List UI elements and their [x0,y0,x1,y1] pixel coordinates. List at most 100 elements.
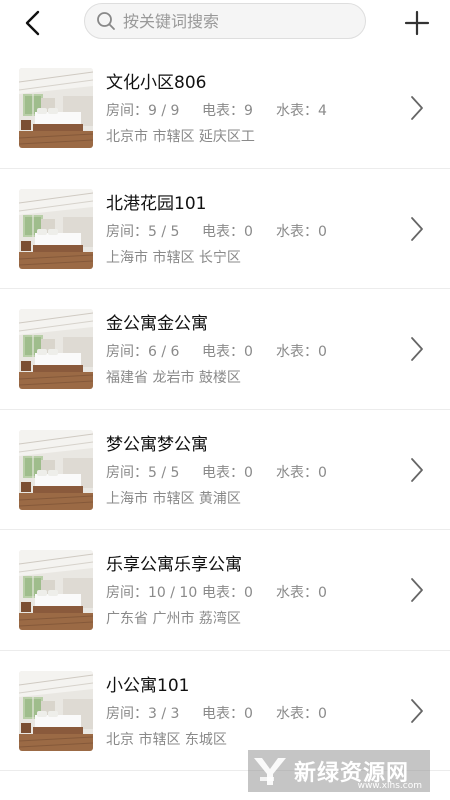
property-thumbnail-image [19,188,93,269]
rooms-value: 5 / 5 [148,223,180,240]
property-address: 福建省 龙岩市 鼓楼区 [106,370,241,386]
water-label: 水表： [276,464,318,481]
chevron-right-icon [411,698,423,723]
property-stats: 房间：3 / 3 电表：0 水表：0 [106,703,396,723]
electric-meter-stat: 电表：0 [202,582,253,602]
water-value: 0 [318,705,327,722]
chevron-right-icon [411,457,423,482]
property-stats: 房间：5 / 5 电表：0 水表：0 [106,221,396,241]
water-value: 4 [318,103,327,119]
water-meter-stat: 水表：4 [276,100,327,120]
chevron-left-icon [25,10,40,36]
watermark-logo-icon [248,750,292,792]
property-address: 上海市 市辖区 黄浦区 [106,490,241,507]
rooms-label: 房间： [106,464,148,481]
water-meter-stat: 水表：0 [276,582,327,602]
electric-value: 0 [244,705,253,722]
property-list-item[interactable]: 金公寓金公寓 房间：6 / 6 电表：0 水表：0 福建省 龙岩市 鼓楼区 [0,289,450,410]
search-bar[interactable] [84,3,366,39]
property-name: 北港花园101 [106,193,207,214]
property-stats: 房间：9 / 9 电表：9 水表：4 [106,100,396,120]
water-meter-stat: 水表：0 [276,221,327,241]
water-value: 0 [318,464,327,481]
rooms-label: 房间： [106,705,148,722]
property-address: 上海市 市辖区 长宁区 [106,249,241,266]
property-name: 小公寓101 [106,675,190,696]
rooms-stat: 房间：9 / 9 [106,100,179,120]
property-stats: 房间：5 / 5 电表：0 水表：0 [106,462,396,482]
property-name: 金公寓金公寓 [106,314,208,334]
electric-label: 电表： [202,585,244,601]
electric-meter-stat: 电表：9 [202,100,253,120]
water-label: 水表： [276,223,318,240]
electric-meter-stat: 电表：0 [202,462,253,482]
rooms-stat: 房间：5 / 5 [106,462,179,482]
electric-meter-stat: 电表：0 [202,703,253,723]
property-address: 广东省 广州市 荔湾区 [106,611,241,627]
electric-label: 电表： [202,223,244,240]
rooms-stat: 房间：6 / 6 [106,341,179,361]
rooms-stat: 房间：5 / 5 [106,221,179,241]
chevron-right-icon [411,96,423,120]
search-input[interactable] [123,11,353,31]
property-stats: 房间：6 / 6 电表：0 水表：0 [106,341,396,361]
property-list-item[interactable]: 梦公寓梦公寓 房间：5 / 5 电表：0 水表：0 上海市 市辖区 黄浦区 [0,410,450,530]
property-address: 北京市 市辖区 延庆区工 [106,129,255,145]
electric-value: 0 [244,585,253,601]
top-bar [0,0,450,46]
water-label: 水表： [276,705,318,722]
watermark-url: www.xlhs.com [357,781,422,791]
search-icon [95,10,117,32]
property-list: 文化小区806 房间：9 / 9 电表：9 水表：4 北京市 市辖区 延庆区工 … [0,48,450,771]
water-meter-stat: 水表：0 [276,341,327,361]
rooms-value: 6 / 6 [148,344,180,360]
property-thumbnail-image [19,550,93,630]
electric-label: 电表： [202,464,244,481]
electric-value: 0 [244,464,253,481]
property-stats: 房间：10 / 10 电表：0 水表：0 [106,582,396,602]
plus-icon [404,10,430,36]
property-list-item[interactable]: 文化小区806 房间：9 / 9 电表：9 水表：4 北京市 市辖区 延庆区工 [0,48,450,169]
water-meter-stat: 水表：0 [276,703,327,723]
back-button[interactable] [16,6,50,40]
water-label: 水表： [276,585,318,601]
rooms-value: 9 / 9 [148,103,180,119]
electric-label: 电表： [202,705,244,722]
chevron-right-icon [411,216,423,241]
property-list-item[interactable]: 北港花园101 房间：5 / 5 电表：0 水表：0 上海市 市辖区 长宁区 [0,169,450,289]
rooms-value: 5 / 5 [148,464,180,481]
chevron-right-icon [411,337,423,361]
rooms-label: 房间： [106,223,148,240]
property-list-item[interactable]: 乐享公寓乐享公寓 房间：10 / 10 电表：0 水表：0 广东省 广州市 荔湾… [0,530,450,651]
electric-value: 9 [244,103,253,119]
electric-meter-stat: 电表：0 [202,221,253,241]
water-label: 水表： [276,344,318,360]
add-button[interactable] [400,6,434,40]
property-name: 乐享公寓乐享公寓 [106,555,242,575]
electric-value: 0 [244,223,253,240]
rooms-label: 房间： [106,103,148,119]
rooms-stat: 房间：10 / 10 [106,582,197,602]
property-thumbnail-image [19,68,93,148]
electric-label: 电表： [202,344,244,360]
electric-meter-stat: 电表：0 [202,341,253,361]
rooms-value: 3 / 3 [148,705,180,722]
property-thumbnail-image [19,429,93,510]
property-thumbnail-image [19,309,93,389]
electric-value: 0 [244,344,253,360]
chevron-right-icon [411,578,423,602]
property-name: 文化小区806 [106,73,207,93]
property-address: 北京 市辖区 东城区 [106,731,227,748]
property-thumbnail-image [19,670,93,751]
water-value: 0 [318,585,327,601]
water-value: 0 [318,344,327,360]
electric-label: 电表： [202,103,244,119]
property-name: 梦公寓梦公寓 [106,434,208,455]
water-label: 水表： [276,103,318,119]
water-meter-stat: 水表：0 [276,462,327,482]
watermark: 新绿资源网 www.xlhs.com [248,750,430,792]
rooms-label: 房间： [106,344,148,360]
rooms-value: 10 / 10 [148,585,198,601]
rooms-label: 房间： [106,585,148,601]
rooms-stat: 房间：3 / 3 [106,703,179,723]
